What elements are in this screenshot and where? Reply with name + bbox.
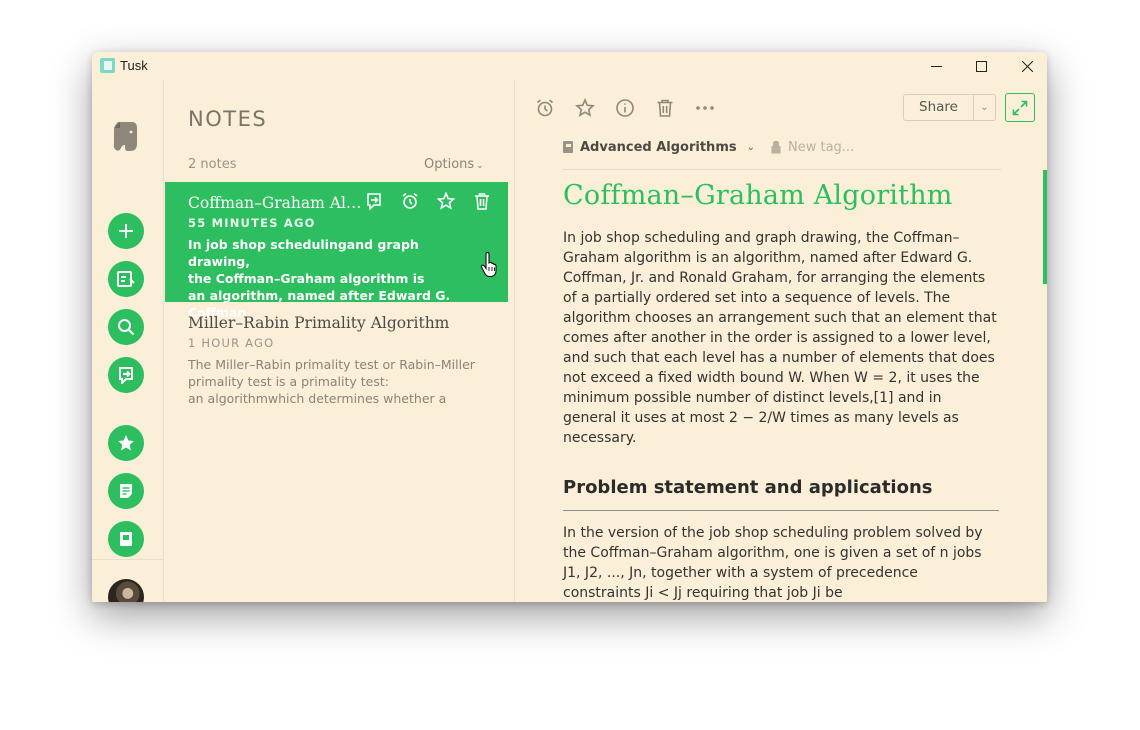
maximize-button[interactable] — [958, 52, 1004, 80]
reminder-icon — [536, 99, 554, 117]
more-button[interactable] — [694, 97, 716, 119]
note-meta-row: Advanced Algorithms ⌄ New tag... — [563, 138, 1001, 170]
search-icon — [118, 319, 135, 336]
notes-count: 2 notes — [188, 157, 237, 172]
notebook-label: Advanced Algorithms — [580, 140, 737, 155]
chevron-down-icon: ⌄ — [476, 161, 484, 171]
user-avatar[interactable] — [108, 579, 144, 602]
expand-button[interactable] — [1005, 93, 1035, 122]
sidebar — [92, 80, 164, 602]
scrollbar[interactable] — [1043, 170, 1047, 284]
shortcut-button[interactable] — [574, 97, 596, 119]
app-icon — [100, 58, 115, 73]
note-time: 1 HOUR AGO — [188, 336, 275, 350]
note-editor: Share ⌄ Advanced Algorithms ⌄ New tag...… — [516, 80, 1047, 602]
note-card[interactable]: Miller–Rabin Primality Algorithm 1 HOUR … — [165, 302, 508, 422]
reminder-button[interactable] — [534, 97, 556, 119]
delete-button[interactable] — [654, 97, 676, 119]
app-window: Tusk NOTES 2 notes Options ⌄ Coffman–Gra… — [92, 52, 1047, 602]
section-paragraph: In the version of the job shop schedulin… — [563, 525, 983, 601]
note-content[interactable]: Coffman–Graham Algorithm In job shop sch… — [563, 180, 999, 602]
note-heading: Coffman–Graham Algorithm — [563, 180, 953, 211]
shortcuts-button[interactable] — [108, 425, 144, 461]
sidebar-divider — [92, 559, 164, 560]
body-paragraph: In job shop scheduling and graph drawing… — [563, 230, 997, 446]
share-button[interactable]: Share ⌄ — [903, 94, 996, 121]
options-label: Options — [424, 157, 475, 172]
note-card-actions — [365, 192, 491, 210]
new-notebook-button[interactable] — [108, 261, 144, 297]
notebook-icon — [120, 532, 132, 546]
maximize-icon — [975, 60, 987, 72]
notebooks-button[interactable] — [108, 521, 144, 557]
tag-input[interactable]: New tag... — [771, 140, 854, 155]
note-card-selected[interactable]: Coffman–Graham Algorithm 55 MINUTES AGO … — [165, 182, 508, 320]
share-note-icon[interactable] — [365, 192, 383, 210]
note-icon — [120, 484, 132, 498]
note-title: Coffman–Graham Algorithm — [188, 194, 368, 212]
expand-icon — [1012, 100, 1028, 115]
chevron-down-icon[interactable]: ⌄ — [974, 102, 995, 113]
chat-icon — [119, 367, 133, 384]
options-dropdown[interactable]: Options ⌄ — [424, 157, 484, 172]
minimize-button[interactable] — [913, 52, 959, 80]
share-label: Share — [904, 95, 974, 120]
trash-icon[interactable] — [473, 192, 491, 210]
note-title: Miller–Rabin Primality Algorithm — [188, 314, 450, 332]
minimize-icon — [930, 65, 942, 67]
notes-button[interactable] — [108, 473, 144, 509]
section-heading: Problem statement and applications — [563, 477, 999, 511]
title-bar: Tusk — [92, 52, 1047, 80]
star-icon[interactable] — [437, 192, 455, 210]
close-button[interactable] — [1004, 52, 1047, 80]
tag-icon — [771, 141, 781, 154]
window-title: Tusk — [120, 58, 148, 73]
tag-placeholder: New tag... — [788, 140, 855, 155]
trash-icon — [657, 99, 673, 117]
edit-icon — [117, 271, 135, 287]
notebook-icon — [563, 141, 573, 153]
close-icon — [1021, 60, 1033, 72]
new-note-button[interactable] — [108, 213, 144, 249]
hand-cursor-icon — [480, 252, 497, 278]
info-button[interactable] — [614, 97, 636, 119]
star-icon — [575, 98, 595, 117]
work-chat-button[interactable] — [108, 357, 144, 393]
notes-heading: NOTES — [188, 107, 268, 131]
search-button[interactable] — [108, 309, 144, 345]
reminder-icon[interactable] — [401, 192, 419, 210]
notes-list-panel: NOTES 2 notes Options ⌄ Coffman–Graham Al… — [165, 80, 515, 602]
star-icon — [118, 435, 134, 451]
info-icon — [616, 99, 634, 117]
more-icon — [696, 106, 714, 110]
elephant-logo-icon[interactable] — [110, 118, 142, 154]
chevron-down-icon: ⌄ — [746, 142, 755, 153]
note-time: 55 MINUTES AGO — [188, 216, 316, 230]
notebook-selector[interactable]: Advanced Algorithms ⌄ — [563, 140, 755, 155]
plus-icon — [119, 224, 133, 238]
note-snippet: The Miller–Rabin primality test or Rabin… — [188, 357, 475, 406]
